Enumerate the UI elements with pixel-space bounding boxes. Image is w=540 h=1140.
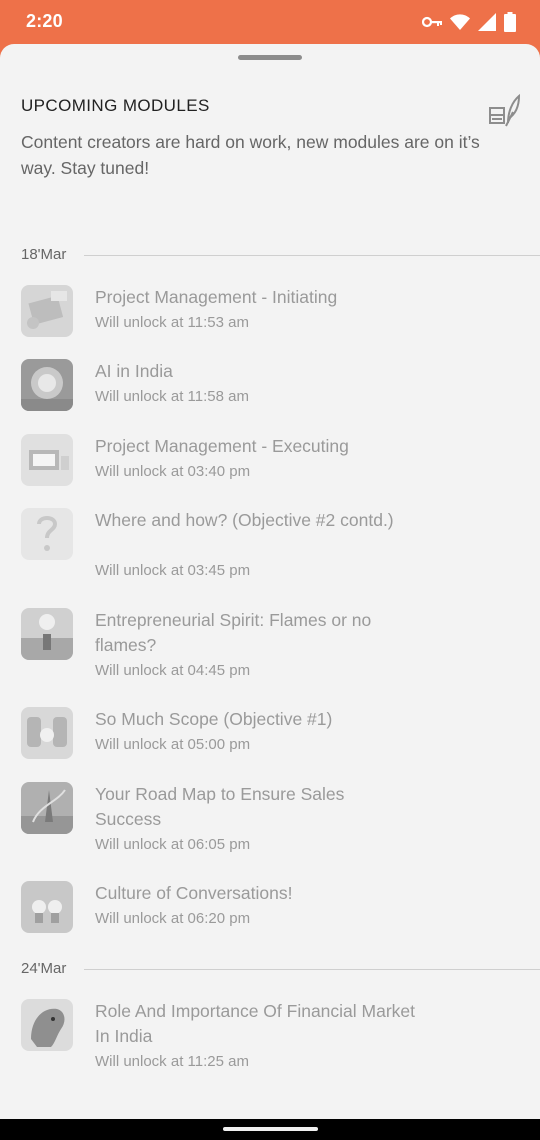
module-thumbnail [21,881,73,933]
module-title: Role And Importance Of Financial Market … [95,1001,416,1046]
module-title: Where and how? (Objective #2 contd.) [95,510,394,530]
module-title: Your Road Map to Ensure Sales Success [95,784,345,829]
module-title: Project Management - Executing [95,436,349,456]
module-thumbnail [21,999,73,1051]
module-list-item[interactable]: Culture of Conversations! Will unlock at … [0,881,540,934]
module-unlock-time: Will unlock at 06:05 pm [95,836,251,853]
sheet-subtitle: Content creators are hard on work, new m… [21,132,480,178]
module-title: Project Management - Initiating [95,287,338,307]
status-icons [422,12,516,32]
module-unlock-time: Will unlock at 06:20 pm [95,910,251,927]
date-divider [84,969,540,970]
module-title: Entrepreneurial Spirit: Flames or no fla… [95,610,372,655]
date-section-header: 24'Mar [0,960,540,980]
module-unlock-time: Will unlock at 03:40 pm [95,463,251,480]
module-unlock-time: Will unlock at 11:53 am [95,314,249,331]
drag-handle[interactable] [238,55,302,60]
module-list-item[interactable]: AI in India Will unlock at 11:58 am [0,359,540,412]
module-thumbnail [21,508,73,560]
module-unlock-time: Will unlock at 05:00 pm [95,736,251,753]
module-thumbnail [21,434,73,486]
module-title: Culture of Conversations! [95,883,293,903]
module-thumbnail [21,782,73,834]
module-unlock-time: Will unlock at 04:45 pm [95,662,251,679]
key-icon [422,15,442,29]
module-unlock-time: Will unlock at 11:25 am [95,1053,249,1070]
module-list-item[interactable]: Project Management - Initiating Will unlo… [0,285,540,338]
status-time: 2:20 [26,11,63,31]
module-thumbnail [21,359,73,411]
date-label: 18'Mar [21,246,67,263]
wifi-icon [450,14,470,30]
module-list-item[interactable]: Entrepreneurial Spirit: Flames or no fla… [0,608,540,686]
module-unlock-time: Will unlock at 03:45 pm [95,562,251,579]
date-section-header: 18'Mar [0,246,540,266]
module-title: So Much Scope (Objective #1) [95,709,333,729]
signal-icon [478,13,496,31]
date-label: 24'Mar [21,960,67,977]
module-list-item[interactable]: Project Management - Executing Will unloc… [0,434,540,487]
module-thumbnail [21,707,73,759]
upcoming-modules-sheet: UPCOMING MODULES Content creators are ha… [0,44,540,1119]
sheet-title: UPCOMING MODULES [21,96,210,115]
module-thumbnail [21,285,73,337]
battery-icon [504,12,516,32]
books-feather-icon [486,92,522,128]
status-bar: 2:20 [0,0,540,44]
navigation-bar [0,1119,540,1140]
module-list-item[interactable]: So Much Scope (Objective #1) Will unlock … [0,707,540,760]
module-unlock-time: Will unlock at 11:58 am [95,388,249,405]
module-list-item[interactable]: Where and how? (Objective #2 contd.) Will… [0,508,540,586]
home-gesture-pill[interactable] [223,1127,318,1131]
module-list-item[interactable]: Role And Importance Of Financial Market … [0,999,540,1077]
module-thumbnail [21,608,73,660]
date-divider [84,255,540,256]
module-title: AI in India [95,361,173,381]
module-list-item[interactable]: Your Road Map to Ensure Sales Success Wil… [0,782,540,860]
